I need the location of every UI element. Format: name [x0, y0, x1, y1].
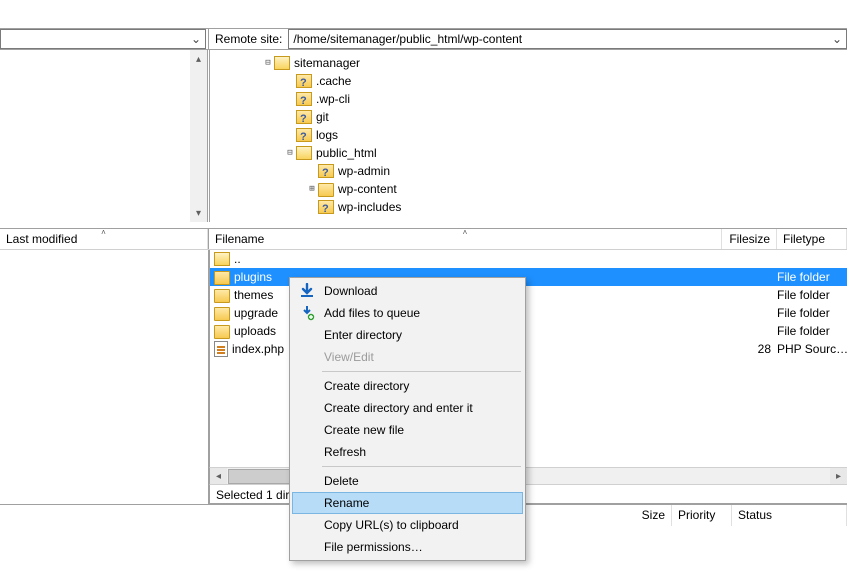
column-last-modified[interactable]: Last modified ˄ — [0, 229, 208, 249]
file-type: File folder — [777, 324, 847, 338]
add-queue-icon — [298, 304, 316, 322]
menu-create-file[interactable]: Create new file — [292, 419, 523, 441]
queue-col-priority[interactable]: Priority — [672, 505, 732, 526]
folder-icon — [214, 289, 230, 303]
folder-open-icon — [214, 252, 230, 266]
folder-q-icon — [318, 200, 334, 214]
folder-open-icon — [296, 146, 312, 160]
tree-item[interactable]: .wp-cli — [214, 90, 847, 108]
file-name: .. — [234, 252, 722, 266]
menu-delete[interactable]: Delete — [292, 470, 523, 492]
context-menu: Download Add files to queue Enter direct… — [289, 277, 526, 561]
tree-item[interactable]: logs — [214, 126, 847, 144]
remote-directory-tree[interactable]: ⊟ sitemanager.cache.wp-cligitlogs ⊟ public_… — [210, 50, 847, 216]
tree-item-label: wp-admin — [338, 162, 390, 180]
folder-icon — [214, 307, 230, 321]
list-column-headers: Last modified ˄ Filename ˄ Filesize File… — [0, 228, 847, 250]
tree-item[interactable]: ⊟ public_html — [214, 144, 847, 162]
local-site-cell: ⌄ — [0, 29, 209, 49]
file-type: File folder — [777, 306, 847, 320]
tree-item[interactable]: git — [214, 108, 847, 126]
scroll-up-icon[interactable]: ▴ — [190, 50, 207, 68]
address-bar: ⌄ Remote site: /home/sitemanager/public_… — [0, 28, 847, 50]
file-size: 28 — [722, 342, 777, 356]
menu-copy-urls[interactable]: Copy URL(s) to clipboard — [292, 514, 523, 536]
menu-refresh[interactable]: Refresh — [292, 441, 523, 463]
tree-item-label: wp-content — [338, 180, 397, 198]
file-type: PHP Sourc… — [777, 342, 847, 356]
menu-rename[interactable]: Rename — [292, 492, 523, 514]
local-tree-scrollbar[interactable]: ▴ ▾ — [190, 50, 208, 222]
download-icon — [298, 282, 316, 300]
tree-item[interactable]: .cache — [214, 72, 847, 90]
menu-add-to-queue[interactable]: Add files to queue — [292, 302, 523, 324]
chevron-down-icon: ⌄ — [828, 30, 846, 48]
folder-open-icon — [274, 56, 290, 70]
file-type: File folder — [777, 270, 847, 284]
queue-col-size[interactable]: Size — [612, 505, 672, 526]
remote-site-cell: Remote site: /home/sitemanager/public_ht… — [209, 29, 847, 49]
column-filetype[interactable]: Filetype — [777, 229, 847, 249]
scroll-right-icon[interactable]: ▸ — [830, 468, 847, 485]
remote-path-combo[interactable]: /home/sitemanager/public_html/wp-content… — [288, 29, 847, 49]
column-filename[interactable]: Filename ˄ — [209, 229, 722, 249]
menu-download[interactable]: Download — [292, 280, 523, 302]
folder-q-icon — [296, 110, 312, 124]
menu-view-edit: View/Edit — [292, 346, 523, 368]
remote-path-value: /home/sitemanager/public_html/wp-content — [293, 32, 522, 46]
tree-item-label: logs — [316, 126, 338, 144]
folder-icon — [214, 325, 230, 339]
scroll-down-icon[interactable]: ▾ — [190, 204, 207, 222]
chevron-down-icon: ⌄ — [187, 30, 205, 48]
queue-col-status[interactable]: Status — [732, 505, 847, 526]
scroll-track[interactable] — [190, 68, 207, 204]
tree-item[interactable]: ⊟ sitemanager — [214, 54, 847, 72]
file-type: File folder — [777, 288, 847, 302]
folder-icon — [214, 271, 230, 285]
tree-item[interactable]: wp-includes — [214, 198, 847, 216]
folder-q-icon — [296, 128, 312, 142]
tree-item-label: public_html — [316, 144, 377, 162]
menu-create-directory[interactable]: Create directory — [292, 375, 523, 397]
menu-create-directory-enter[interactable]: Create directory and enter it — [292, 397, 523, 419]
php-icon — [214, 341, 228, 357]
tree-item-label: .wp-cli — [316, 90, 350, 108]
scroll-left-icon[interactable]: ◂ — [210, 468, 227, 485]
menu-enter-directory[interactable]: Enter directory — [292, 324, 523, 346]
expand-icon[interactable]: ⊞ — [306, 180, 318, 198]
sort-asc-icon: ˄ — [101, 228, 106, 237]
sort-asc-icon: ˄ — [463, 228, 468, 237]
menu-file-permissions[interactable]: File permissions… — [292, 536, 523, 558]
tree-item-label: git — [316, 108, 329, 126]
folder-q-icon — [296, 74, 312, 88]
folder-q-icon — [296, 92, 312, 106]
tree-item-label: .cache — [316, 72, 351, 90]
local-file-list[interactable] — [0, 250, 209, 504]
column-filesize[interactable]: Filesize — [722, 229, 777, 249]
tree-item[interactable]: ⊞ wp-content — [214, 180, 847, 198]
collapse-icon[interactable]: ⊟ — [284, 144, 296, 162]
remote-site-label: Remote site: — [215, 32, 282, 46]
menu-separator — [322, 466, 521, 467]
tree-item-label: sitemanager — [294, 54, 360, 72]
remote-tree-pane: ⊟ sitemanager.cache.wp-cligitlogs ⊟ public_… — [209, 50, 847, 222]
folder-icon — [318, 183, 334, 197]
folder-q-icon — [318, 164, 334, 178]
local-site-combo[interactable]: ⌄ — [0, 29, 206, 49]
menu-separator — [322, 371, 521, 372]
collapse-icon[interactable]: ⊟ — [262, 54, 274, 72]
file-row[interactable]: .. — [210, 250, 847, 268]
tree-item-label: wp-includes — [338, 198, 401, 216]
tree-item[interactable]: wp-admin — [214, 162, 847, 180]
